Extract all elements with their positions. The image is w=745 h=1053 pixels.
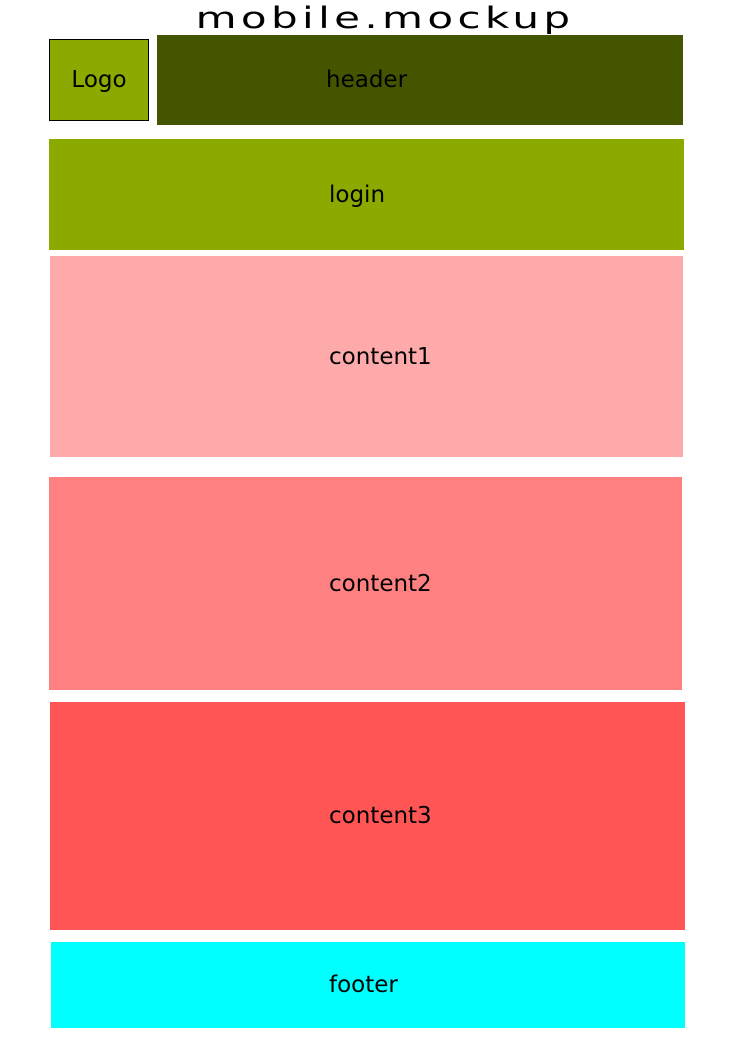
footer-block: footer [51, 942, 685, 1028]
content3-label: content3 [329, 803, 432, 829]
content1-block: content1 [50, 256, 683, 457]
content1-label: content1 [329, 343, 432, 370]
content2-block: content2 [49, 477, 682, 690]
footer-label: footer [329, 972, 398, 998]
content3-block: content3 [50, 702, 685, 930]
header-label: header [326, 67, 408, 93]
diagram-title: mobile.mockup [195, 1, 575, 35]
logo-block: Logo [49, 39, 149, 121]
login-block: login [49, 139, 684, 250]
header-block: header [157, 35, 683, 125]
logo-label: Logo [71, 67, 127, 93]
content2-label: content2 [329, 570, 432, 597]
login-label: login [329, 181, 386, 208]
